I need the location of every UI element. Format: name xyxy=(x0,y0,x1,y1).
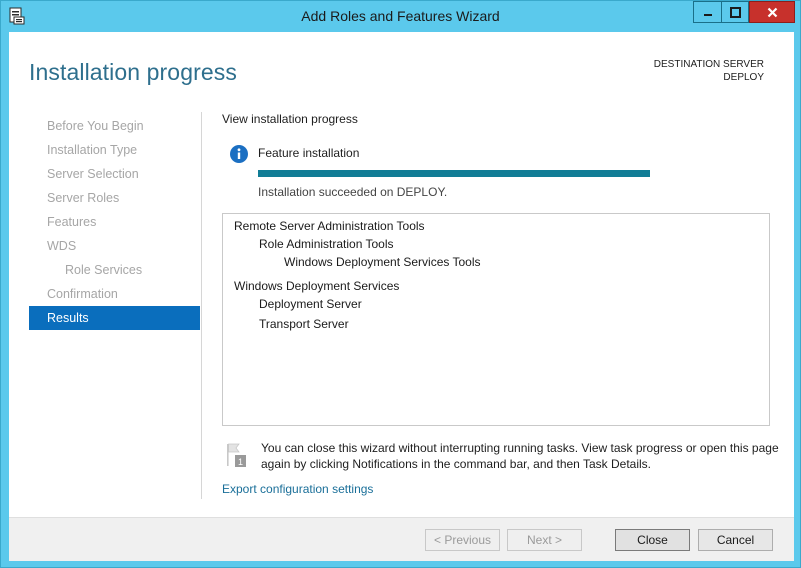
wizard-nav: Before You Begin Installation Type Serve… xyxy=(29,114,200,330)
info-icon xyxy=(230,145,248,163)
result-item: Remote Server Administration Tools xyxy=(234,219,425,233)
nav-item-confirmation: Confirmation xyxy=(47,287,118,301)
wizard-footer: < Previous Next > Close Cancel xyxy=(9,517,794,561)
export-configuration-link[interactable]: Export configuration settings xyxy=(222,482,373,496)
close-window-button[interactable] xyxy=(749,1,795,23)
page-title: Installation progress xyxy=(29,59,237,85)
destination-server-name: DEPLOY xyxy=(723,72,764,83)
nav-item-installation-type: Installation Type xyxy=(47,143,138,157)
result-item: Role Administration Tools xyxy=(259,237,394,251)
nav-item-before-you-begin: Before You Begin xyxy=(47,119,144,133)
nav-item-role-services: Role Services xyxy=(65,263,143,277)
svg-text:1: 1 xyxy=(238,457,243,467)
close-button[interactable]: Close xyxy=(615,529,690,551)
results-list[interactable]: Remote Server Administration Tools Role … xyxy=(222,213,770,426)
installation-progress-bar xyxy=(258,170,650,177)
destination-label: DESTINATION SERVER xyxy=(653,59,764,70)
wizard-note: You can close this wizard without interr… xyxy=(261,441,779,471)
nav-item-wds: WDS xyxy=(47,239,77,253)
feature-installation-label: Feature installation xyxy=(258,146,360,160)
result-item: Deployment Server xyxy=(259,297,362,311)
maximize-button[interactable] xyxy=(721,1,749,23)
wizard-window: Add Roles and Features Wizard Installati… xyxy=(0,0,801,568)
nav-item-results[interactable]: Results xyxy=(29,306,200,330)
minimize-button[interactable] xyxy=(693,1,721,23)
result-item: Windows Deployment Services Tools xyxy=(284,255,481,269)
result-item: Transport Server xyxy=(259,317,349,331)
close-icon xyxy=(767,7,777,17)
nav-divider xyxy=(201,112,202,499)
section-heading: View installation progress xyxy=(222,112,358,126)
next-button[interactable]: Next > xyxy=(507,529,582,551)
progress-fill xyxy=(258,170,650,177)
title-bar[interactable]: Add Roles and Features Wizard xyxy=(1,1,800,32)
destination-server: DESTINATION SERVER DEPLOY xyxy=(654,58,764,84)
minimize-icon xyxy=(703,14,712,16)
notification-flag-icon: 1 xyxy=(227,443,246,467)
maximize-icon xyxy=(729,6,741,18)
result-item: Windows Deployment Services xyxy=(234,279,400,293)
wizard-body: Installation progress DESTINATION SERVER… xyxy=(9,32,794,561)
window-title: Add Roles and Features Wizard xyxy=(301,8,500,24)
cancel-button[interactable]: Cancel xyxy=(698,529,773,551)
nav-item-features: Features xyxy=(47,215,97,229)
nav-item-server-roles: Server Roles xyxy=(47,191,120,205)
nav-item-server-selection: Server Selection xyxy=(47,167,139,181)
previous-button[interactable]: < Previous xyxy=(425,529,500,551)
installation-status: Installation succeeded on DEPLOY. xyxy=(258,185,448,199)
